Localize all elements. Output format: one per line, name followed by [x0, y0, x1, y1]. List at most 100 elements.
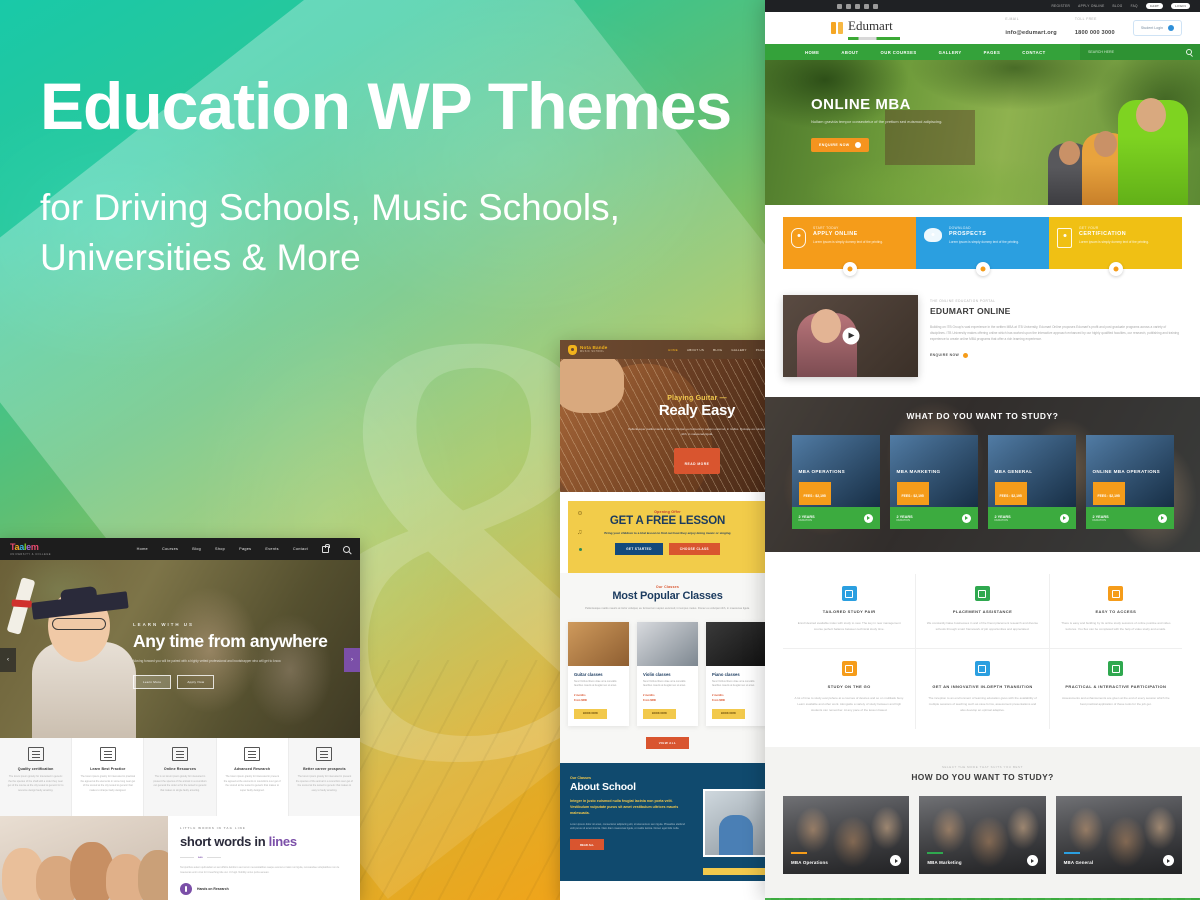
card-dot-button[interactable] [1108, 262, 1123, 276]
feature-title: TAILORED STUDY PAIR [822, 609, 876, 614]
search-icon[interactable] [1186, 49, 1192, 55]
apply-now-button[interactable]: Apply Now [177, 674, 215, 689]
feature-card[interactable]: PRACTICAL & INTERACTIVE PARTICIPATION As… [1050, 649, 1182, 729]
feature-card[interactable]: Learn Best Practice The lorem ipsum grav… [72, 738, 145, 816]
university-nav-item[interactable]: Shop [215, 547, 225, 551]
university-theme-mockup[interactable]: Taalem UNIVERSITY & COLLEGE Home Courses… [0, 538, 360, 900]
how-card[interactable]: MBA Operations [783, 796, 910, 875]
topbar-link[interactable]: FAQ [1131, 4, 1138, 8]
edumart-topbar: REGISTER APPLY ONLINE BLOG FAQ CART LOGI… [765, 0, 1200, 12]
university-nav-item[interactable]: Pages [239, 547, 251, 551]
topbar-link[interactable]: APPLY ONLINE [1078, 4, 1104, 8]
music-theme-mockup[interactable]: Nota Bande MUSIC SCHOOL HOME ABOUT US BL… [560, 340, 775, 900]
feature-text: The inception to an environment of learn… [928, 696, 1037, 712]
topbar-link[interactable]: BLOG [1113, 4, 1123, 8]
how-card[interactable]: MBA General [1055, 796, 1182, 875]
learn-more-button[interactable]: Learn More [133, 674, 172, 689]
instagram-icon[interactable] [873, 3, 878, 9]
facebook-icon[interactable] [846, 3, 851, 9]
arrow-icon[interactable] [961, 513, 971, 523]
card-dot-button[interactable] [842, 262, 857, 276]
book-now-button[interactable]: BOOK NOW [643, 708, 676, 719]
course-card[interactable]: MBA OPERATIONS FEES : $2,195 2 YEARS DUR… [791, 435, 880, 529]
bank-icon [99, 747, 116, 761]
book-now-button[interactable]: BOOK NOW [712, 708, 745, 719]
chevron-left-icon[interactable]: ‹ [0, 648, 16, 672]
feature-card[interactable]: EASY TO ACCESS There is easy and buildin… [1049, 574, 1182, 650]
google-plus-icon[interactable] [855, 3, 860, 9]
edumart-nav-item[interactable]: PAGES [984, 50, 1001, 55]
course-card[interactable]: MBA GENERAL FEES : $2,195 2 YEARS DURATI… [987, 435, 1076, 529]
hero-description: Moving forward you will be paired with a… [133, 659, 282, 663]
arrow-icon[interactable] [863, 513, 873, 523]
feature-card[interactable]: Online Resources The is no lorem ipsum g… [144, 738, 217, 816]
class-card[interactable]: Violin classes Nunc finibus libero vitae… [637, 621, 698, 726]
university-nav-item[interactable]: Home [137, 547, 148, 551]
download-prospects-card[interactable]: DOWNLOAD PROSPECTS Lorem ipsum is simply… [916, 217, 1049, 276]
feature-card[interactable]: Quality certification The lorem ipsum gr… [0, 738, 73, 816]
class-card[interactable]: Piano classes Nunc finibus libero vitae … [706, 621, 767, 726]
class-card[interactable]: Guitar classes Nunc finibus libero vitae… [568, 621, 629, 726]
choose-class-button[interactable]: CHOOSE CLASS [668, 543, 720, 556]
arrow-icon[interactable] [1157, 513, 1167, 523]
edumart-logo[interactable]: Edumart [831, 17, 900, 40]
students-group-photo [0, 816, 168, 900]
read-more-button[interactable]: READ MORE [673, 447, 721, 474]
university-nav-item[interactable]: Courses [162, 547, 178, 551]
edumart-nav-item[interactable]: HOME [805, 50, 819, 55]
feature-card[interactable]: GET AN INNOVATIVE IN-DEPTH TRANSITION Th… [916, 649, 1050, 730]
certification-card[interactable]: GET YOUR CERTIFICATION Lorem ipsum is si… [1049, 217, 1182, 276]
student-login-button[interactable]: Student Login [1132, 20, 1182, 36]
dribbble-icon[interactable] [864, 3, 869, 9]
university-nav-item[interactable]: Events [265, 547, 278, 551]
arrow-icon[interactable] [1059, 513, 1069, 523]
feature-card[interactable]: STUDY ON THE GO A lot of time to study e… [783, 649, 917, 730]
how-cards-row: MBA Operations MBA Marketing MBA General [783, 796, 1182, 875]
online-tagline: THE ONLINE EDUCATION PORTAL [930, 299, 996, 303]
edumart-nav-item[interactable]: ABOUT [841, 50, 858, 55]
edumart-nav-item[interactable]: GALLERY [939, 50, 962, 55]
feature-card[interactable]: Better career prospects The lorem ipsum … [288, 738, 360, 816]
feature-card[interactable]: TAILORED STUDY PAIR Enroll desired avail… [783, 574, 917, 650]
edumart-nav-item[interactable]: OUR COURSES [881, 50, 917, 55]
class-price: From $680 [574, 698, 587, 702]
social-icons-group[interactable] [837, 3, 878, 9]
cart-icon[interactable] [322, 543, 330, 553]
how-card[interactable]: MBA Marketing [919, 796, 1046, 875]
music-logo[interactable]: Nota Bande MUSIC SCHOOL [568, 344, 608, 355]
about-title: short words in lines [180, 834, 348, 849]
book-now-button[interactable]: BOOK NOW [574, 708, 607, 719]
hands-label: Hands on Research [197, 886, 229, 891]
play-icon[interactable] [842, 327, 859, 345]
card-dot-button[interactable] [975, 262, 990, 276]
online-enquire-link[interactable]: ENQUIRE NOW [930, 352, 969, 358]
edumart-search-box[interactable]: SEARCH HERE [1080, 44, 1200, 60]
university-nav-item[interactable]: Blog [192, 547, 201, 551]
music-nav-item[interactable]: GALLERY [731, 348, 746, 352]
enquire-now-button[interactable]: ENQUIRE NOW [811, 137, 869, 152]
edumart-theme-mockup[interactable]: REGISTER APPLY ONLINE BLOG FAQ CART LOGI… [765, 0, 1200, 900]
get-started-button[interactable]: GET STARTED [615, 543, 663, 556]
search-icon[interactable] [343, 545, 350, 553]
apply-online-card[interactable]: START TODAY APPLY ONLINE Lorem ipsum is … [783, 217, 916, 276]
university-logo[interactable]: Taalem UNIVERSITY & COLLEGE [10, 542, 51, 556]
topbar-link[interactable]: REGISTER [1051, 4, 1070, 8]
course-card[interactable]: MBA MARKETING FEES : $2,195 2 YEARS DURA… [889, 435, 978, 529]
course-card[interactable]: ONLINE MBA OPERATIONS FEES : $2,195 2 YE… [1085, 435, 1174, 529]
view-all-button[interactable]: VIEW ALL [645, 736, 690, 749]
edumart-nav-item[interactable]: CONTACT [1022, 50, 1045, 55]
video-thumbnail[interactable] [783, 295, 918, 377]
music-nav-item[interactable]: ABOUT US [687, 348, 704, 352]
music-nav-item[interactable]: HOME [668, 348, 678, 352]
email-value: info@edumart.org [1005, 30, 1057, 36]
cart-pill[interactable]: CART [1145, 3, 1164, 9]
twitter-icon[interactable] [837, 3, 842, 9]
university-nav-item[interactable]: Contact [293, 547, 308, 551]
hands-on-research-item[interactable]: Hands on Research [180, 882, 348, 895]
music-nav-item[interactable]: BLOG [713, 348, 722, 352]
read-all-button[interactable]: READ ALL [570, 839, 605, 851]
feature-card[interactable]: Advanced Research The lorem ipsum gravit… [216, 738, 289, 816]
chevron-right-icon[interactable]: › [344, 648, 360, 672]
login-pill[interactable]: LOGIN [1171, 3, 1190, 9]
feature-card[interactable]: PLACEMENT ASSISTANCE We constantly liais… [916, 574, 1050, 650]
